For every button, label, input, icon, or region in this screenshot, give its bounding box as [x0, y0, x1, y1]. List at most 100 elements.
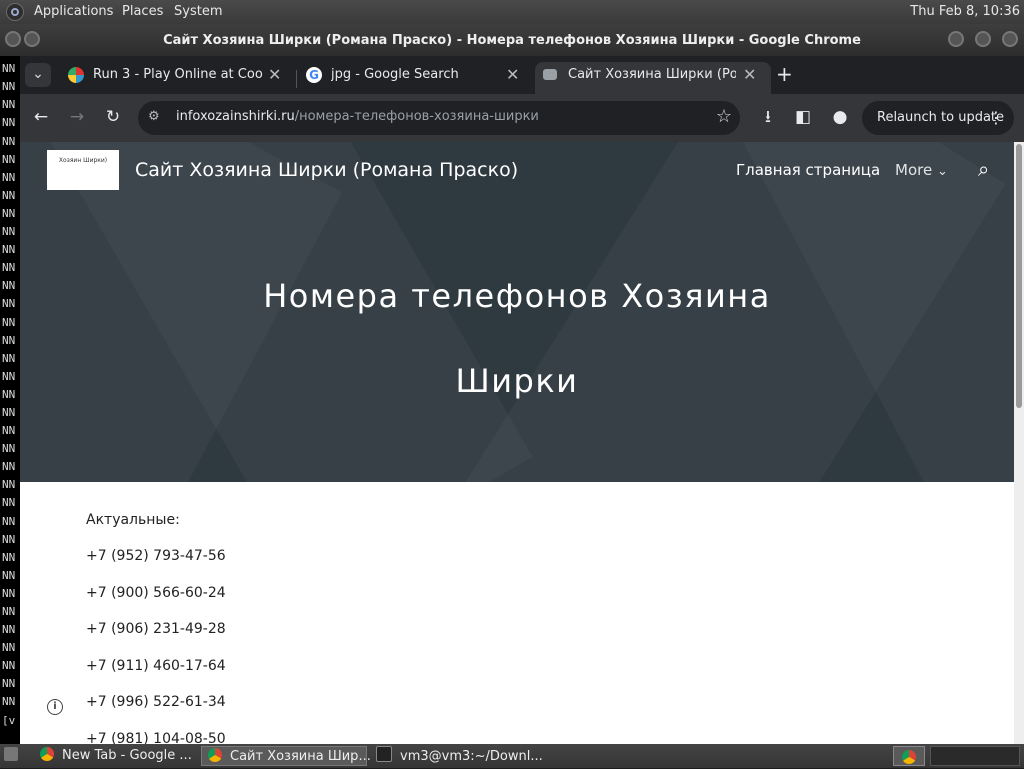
back-icon[interactable]: ←	[29, 104, 53, 130]
scrollbar-thumb[interactable]	[1016, 144, 1022, 408]
menu-dots-icon[interactable]: ⋮	[988, 101, 1004, 135]
tab-search-button[interactable]: ⌄	[25, 63, 51, 87]
clock[interactable]: Thu Feb 8, 10:36	[906, 4, 1024, 19]
phones-label: Актуальные:	[86, 512, 180, 528]
close-tab-icon[interactable]: ✕	[506, 62, 519, 88]
terminal-line: NN	[2, 586, 16, 600]
url-path: /номера-телефонов-хозяина-ширки	[294, 109, 539, 124]
tray-chrome-icon[interactable]	[893, 746, 925, 766]
terminal-line: NN	[2, 243, 16, 257]
relaunch-label: Relaunch to update	[877, 110, 1005, 125]
tab-active-site[interactable]: Сайт Хозяина Ширки (Рома ✕	[535, 62, 771, 94]
menu-places[interactable]: Places	[122, 4, 163, 19]
terminal-line: NN	[2, 206, 16, 220]
terminal-line: NN	[2, 605, 16, 618]
close-tab-icon[interactable]: ✕	[743, 62, 756, 88]
page-content: Актуальные: +7 (952) 793-47-56 +7 (900) 5…	[86, 512, 226, 744]
relaunch-button[interactable]: Relaunch to update ⋮	[862, 101, 1014, 135]
site-logo[interactable]: Хозяин Ширки)	[47, 150, 119, 190]
taskbar-item-site[interactable]: Сайт Хозяина Шир...	[201, 746, 371, 766]
nav-more-label: More	[895, 161, 933, 179]
phone-number: +7 (981) 104-08-50	[86, 731, 226, 744]
terminal-line: NN	[2, 460, 16, 474]
taskbar-label: Сайт Хозяина Шир...	[230, 749, 371, 764]
bookmark-star-icon[interactable]: ☆	[716, 106, 732, 127]
terminal-line: NN	[2, 98, 16, 112]
search-icon[interactable]: ⌕	[978, 157, 989, 181]
window-shade-icon[interactable]	[24, 31, 40, 47]
distro-logo-icon[interactable]	[6, 3, 24, 21]
taskbar-item-terminal[interactable]: vm3@vm3:~/Downl...	[374, 746, 546, 766]
show-desktop-icon[interactable]	[4, 746, 22, 766]
site-logo-text: Хозяин Ширки)	[58, 157, 108, 164]
plus-icon: +	[776, 62, 793, 86]
terminal-line: [v	[2, 713, 16, 727]
terminal-line: NN	[2, 134, 16, 148]
terminal-line: NN	[2, 424, 16, 438]
close-tab-icon[interactable]: ✕	[268, 62, 281, 88]
terminal-line: NN	[2, 514, 16, 528]
terminal-line: NN	[2, 297, 16, 311]
tab-strip: ⌄ Run 3 - Play Online at Coolm ✕ G jpg -…	[20, 56, 1024, 94]
terminal-line: NN	[2, 152, 16, 166]
terminal-line: NN	[2, 568, 16, 582]
menu-applications[interactable]: Applications	[34, 4, 113, 19]
workspace-switcher[interactable]	[930, 746, 1020, 766]
terminal-icon	[376, 746, 392, 762]
terminal-line: NN	[2, 225, 16, 239]
url-text[interactable]: infoxozainshirki.ru/номера-телефонов-хоз…	[176, 109, 539, 124]
download-icon[interactable]: ⭳	[756, 104, 780, 130]
chrome-icon	[208, 748, 222, 762]
window-title-bar[interactable]: Сайт Хозяина Ширки (Романа Праско) - Ном…	[0, 24, 1024, 56]
page-scrollbar[interactable]	[1014, 142, 1024, 744]
nav-home-link[interactable]: Главная страница	[736, 161, 880, 179]
terminal-line: NN	[2, 442, 16, 456]
forward-icon[interactable]: →	[65, 104, 89, 130]
tab-label: Run 3 - Play Online at Coolm	[93, 67, 263, 82]
terminal-line: NN	[2, 351, 16, 365]
close-window-icon[interactable]	[1002, 31, 1018, 47]
terminal-line: NN	[2, 369, 16, 383]
terminal-line: NN	[2, 116, 16, 130]
taskbar-label: vm3@vm3:~/Downl...	[400, 749, 543, 764]
system-top-panel: Applications Places System Thu Feb 8, 10…	[0, 0, 1024, 24]
tab-google-search[interactable]: G jpg - Google Search ✕	[298, 62, 528, 94]
terminal-line: NN	[2, 170, 16, 184]
page-title: Номера телефонов Хозяина Ширки	[263, 277, 771, 400]
terminal-line: NN	[2, 62, 16, 76]
side-panel-icon[interactable]: ◧	[791, 104, 815, 130]
phone-number: +7 (911) 460-17-64	[86, 657, 226, 674]
terminal-line: NN	[2, 532, 16, 546]
window-title: Сайт Хозяина Ширки (Романа Праско) - Ном…	[163, 33, 861, 48]
chrome-icon	[40, 747, 54, 761]
terminal-line: NN	[2, 496, 16, 510]
taskbar-item-newtab[interactable]: New Tab - Google ...	[36, 746, 200, 766]
chevron-down-icon: ⌄	[936, 164, 948, 179]
minimize-icon[interactable]	[948, 31, 964, 47]
terminal-line: NN	[2, 695, 16, 709]
terminal-line: NN	[2, 188, 16, 202]
new-tab-button[interactable]: +	[776, 62, 793, 86]
site-info-icon[interactable]: ⚙	[148, 109, 160, 124]
terminal-line: NN	[2, 315, 16, 329]
reload-icon[interactable]: ↻	[101, 104, 125, 130]
terminal-line: NN	[2, 387, 16, 401]
maximize-icon[interactable]	[975, 31, 991, 47]
window-menu-icon[interactable]	[5, 31, 21, 47]
address-bar[interactable]: ⚙ infoxozainshirki.ru/номера-телефонов-х…	[138, 101, 740, 135]
profile-icon[interactable]: ●	[828, 104, 852, 130]
phone-number: +7 (906) 231-49-28	[86, 621, 226, 638]
terminal-line: NN	[2, 677, 16, 691]
menu-system[interactable]: System	[174, 4, 222, 19]
site-title[interactable]: Сайт Хозяина Ширки (Романа Праско)	[135, 159, 518, 181]
tab-label: Сайт Хозяина Ширки (Рома	[568, 67, 736, 82]
web-page: Хозяин Ширки) Сайт Хозяина Ширки (Романа…	[20, 142, 1014, 744]
info-icon[interactable]: i	[47, 699, 63, 715]
terminal-line: NN	[2, 623, 16, 637]
tab-coolmath[interactable]: Run 3 - Play Online at Coolm ✕	[60, 62, 290, 94]
terminal-line: NN	[2, 478, 16, 492]
terminal-line: NN	[2, 333, 16, 347]
nav-more-menu[interactable]: More ⌄	[895, 161, 948, 179]
phone-number: +7 (996) 522-61-34	[86, 694, 226, 711]
background-terminal: FNNNNNNNNNNNNNNNNNNNNNNNNNNNNNNNNNNNNNNN…	[0, 24, 20, 744]
